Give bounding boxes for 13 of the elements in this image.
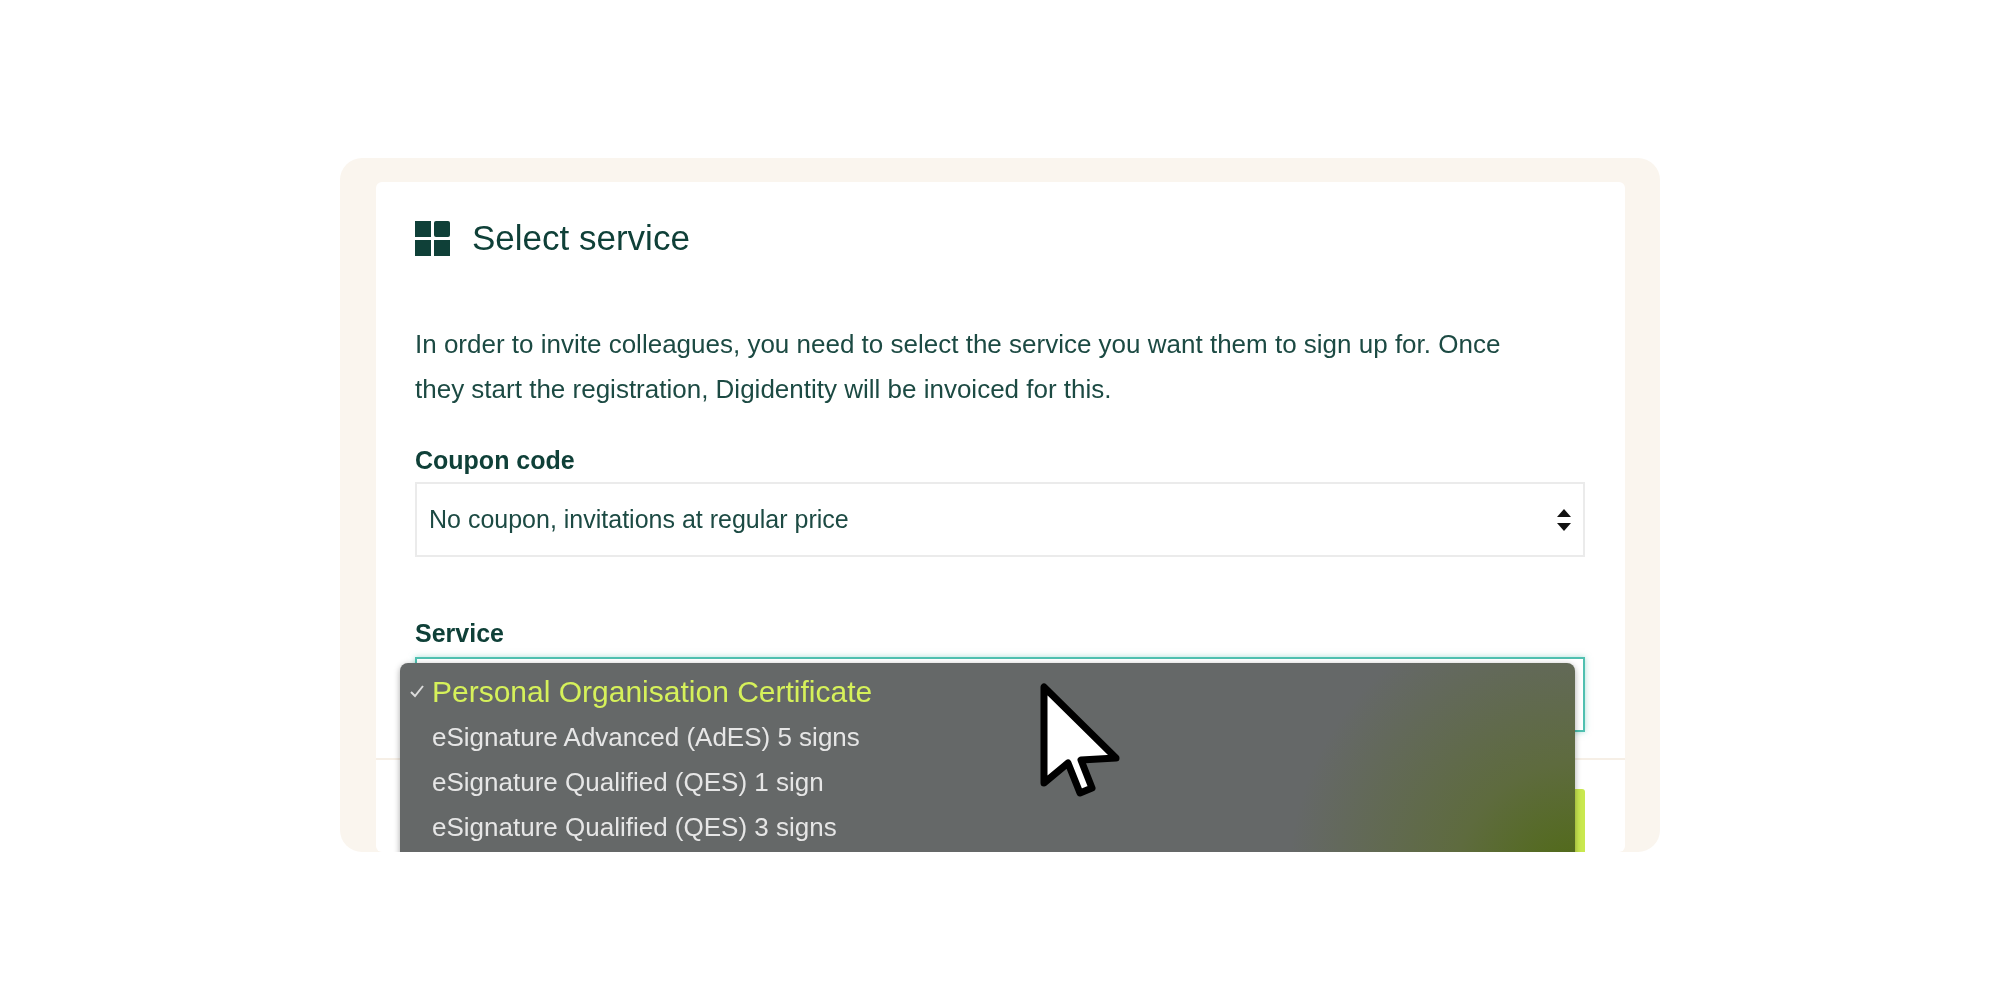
grid-icon [415, 220, 450, 256]
description-text: In order to invite colleagues, you need to select the service you want them to sign up for. Once they start the registration, Digidentity will be invoiced for this. [415, 328, 1502, 406]
up-down-arrows-icon [1557, 508, 1571, 531]
dropdown-option[interactable]: eSignature Advanced (AdES) 5 signs [400, 714, 1575, 759]
card-title: Select service [472, 217, 690, 259]
dropdown-option[interactable]: eSignature Qualified (QES) 3 signs [400, 804, 1575, 849]
dropdown-option[interactable]: Personal Organisation Certificate [400, 669, 1575, 714]
select-value: No coupon, invitations at regular price [429, 505, 849, 534]
dropdown-option[interactable]: eSignature Qualified (QES) 1 sign [400, 759, 1575, 804]
select-field[interactable]: No coupon, invitations at regular price [415, 482, 1585, 557]
check-icon [410, 685, 424, 698]
field-label: Coupon code [415, 445, 576, 475]
field-label: Service [415, 618, 505, 648]
